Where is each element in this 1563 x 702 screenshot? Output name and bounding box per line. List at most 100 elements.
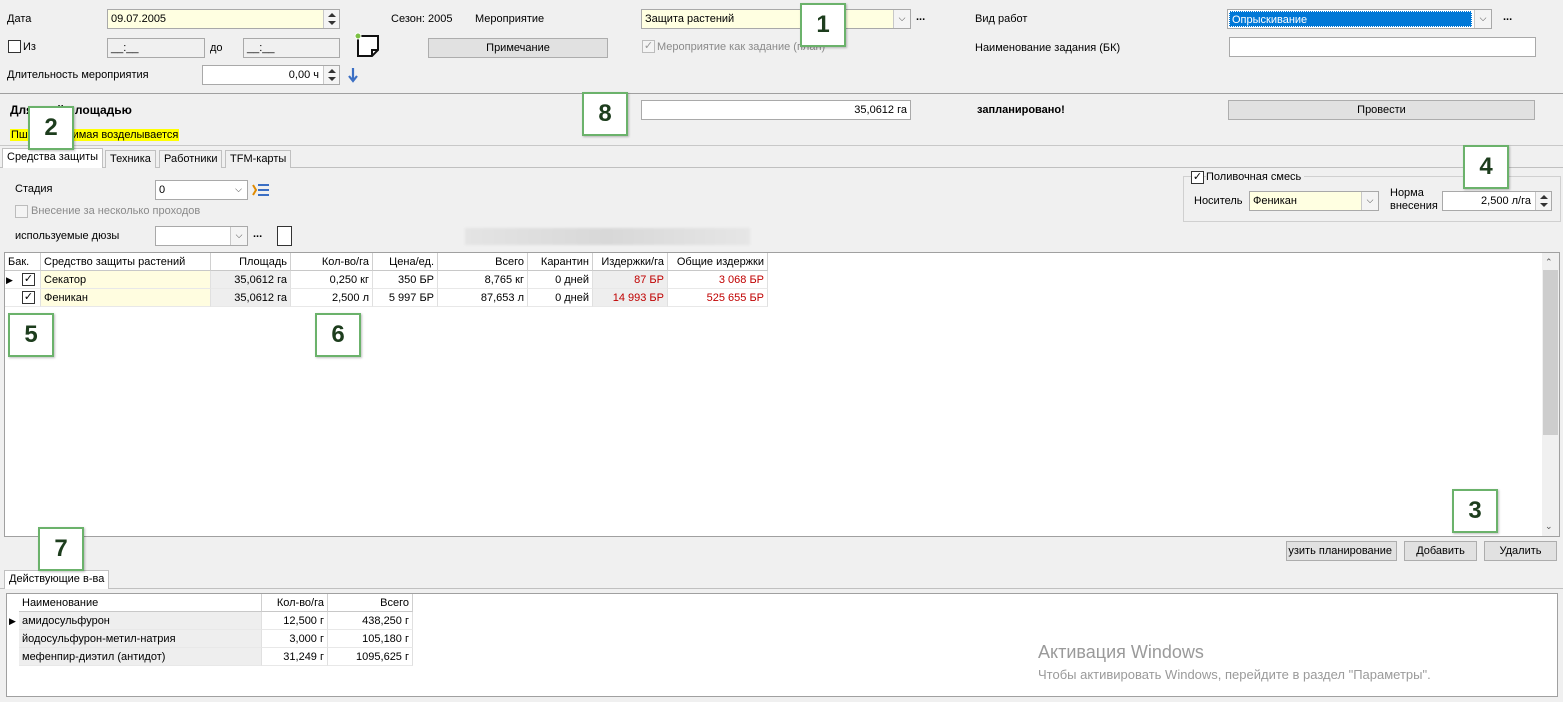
rate-field[interactable]: 2,500 л/га bbox=[1442, 191, 1552, 211]
table-cell[interactable]: 8,765 кг bbox=[438, 271, 528, 289]
to-time-value: __:__ bbox=[247, 42, 275, 54]
chevron-down-icon[interactable]: ⌵ bbox=[893, 10, 910, 28]
column-header[interactable]: Всего bbox=[438, 253, 528, 271]
table-cell[interactable]: 0,250 кг bbox=[291, 271, 373, 289]
from-time-field[interactable]: __:__ bbox=[107, 38, 205, 58]
table-cell[interactable]: 5 997 БР bbox=[373, 289, 438, 307]
callout-badge: 7 bbox=[38, 527, 84, 571]
date-spinner[interactable] bbox=[323, 10, 339, 28]
arrow-down-icon[interactable] bbox=[347, 67, 359, 83]
from-time-value: __:__ bbox=[111, 42, 139, 54]
column-header[interactable]: Площадь bbox=[211, 253, 291, 271]
work-type-more-button[interactable]: ... bbox=[1503, 11, 1512, 23]
work-type-value: Опрыскивание bbox=[1229, 11, 1472, 27]
task-name-field[interactable] bbox=[1229, 37, 1536, 57]
carrier-select[interactable]: Феникан ⌵ bbox=[1249, 191, 1379, 211]
nozzle-icon[interactable] bbox=[277, 226, 292, 246]
table-cell[interactable]: 3,000 г bbox=[262, 630, 328, 648]
tank-checkbox-cell[interactable]: ▶ ✓ bbox=[5, 271, 41, 289]
table-scrollbar[interactable]: ⌃ ⌄ bbox=[1542, 253, 1559, 536]
status-text: запланировано! bbox=[977, 104, 1065, 116]
table-cell[interactable]: Феникан bbox=[41, 289, 211, 307]
scrollbar-thumb[interactable] bbox=[1543, 270, 1558, 435]
chevron-down-icon[interactable]: ⌵ bbox=[230, 227, 247, 245]
chevron-down-icon[interactable]: ⌵ bbox=[1474, 10, 1491, 28]
event-as-task-checkbox[interactable]: ✓ bbox=[642, 40, 655, 53]
mix-checkbox[interactable]: ✓ bbox=[1191, 171, 1204, 184]
tab-tfm-cards[interactable]: TFM-карты bbox=[225, 150, 292, 168]
column-header[interactable]: Кол-во/га bbox=[291, 253, 373, 271]
column-header[interactable]: Кол-во/га bbox=[262, 594, 328, 612]
table-cell[interactable]: 35,0612 га bbox=[211, 271, 291, 289]
work-type-select[interactable]: Опрыскивание ⌵ bbox=[1227, 9, 1492, 29]
table-cell[interactable]: 31,249 г bbox=[262, 648, 328, 666]
table-cell[interactable]: 350 БР bbox=[373, 271, 438, 289]
table-cell[interactable]: 525 655 БР bbox=[668, 289, 768, 307]
planning-button[interactable]: узить планирование bbox=[1286, 541, 1397, 561]
multi-pass-checkbox[interactable] bbox=[15, 205, 28, 218]
tab-workers[interactable]: Работники bbox=[159, 150, 223, 168]
duration-label: Длительность мероприятия bbox=[7, 69, 149, 81]
stage-select[interactable]: 0 ⌵ bbox=[155, 180, 248, 200]
table-cell[interactable]: 105,180 г bbox=[328, 630, 413, 648]
protection-table[interactable]: Бак. ▶ ✓ ✓ Средство защиты растений Секатор Фе… bbox=[4, 252, 1560, 537]
column-header[interactable]: Наименование bbox=[19, 594, 262, 612]
nozzles-label: используемые дюзы bbox=[15, 230, 120, 242]
tab-machinery[interactable]: Техника bbox=[105, 150, 156, 168]
column-header[interactable]: Карантин bbox=[528, 253, 593, 271]
table-cell[interactable]: мефенпир-диэтил (антидот) bbox=[19, 648, 262, 666]
tank-checkbox-cell[interactable]: ✓ bbox=[5, 289, 41, 307]
table-cell[interactable]: 0 дней bbox=[528, 271, 593, 289]
table-cell[interactable]: 87 БР bbox=[593, 271, 668, 289]
column-header[interactable]: Всего bbox=[328, 594, 413, 612]
table-cell[interactable]: Секатор bbox=[41, 271, 211, 289]
note-button[interactable]: Примечание bbox=[428, 38, 608, 58]
tab-protection[interactable]: Средства защиты bbox=[2, 148, 104, 168]
tank-checkbox[interactable]: ✓ bbox=[22, 291, 35, 304]
table-cell[interactable]: йодосульфурон-метил-натрия bbox=[19, 630, 262, 648]
execute-button[interactable]: Провести bbox=[1228, 100, 1535, 120]
table-cell[interactable]: 14 993 БР bbox=[593, 289, 668, 307]
date-field[interactable]: 09.07.2005 bbox=[107, 9, 340, 29]
list-settings-icon[interactable] bbox=[252, 182, 270, 198]
table-cell[interactable]: 12,500 г bbox=[262, 612, 328, 630]
mix-label: Поливочная смесь bbox=[1206, 171, 1305, 183]
nozzles-select[interactable]: ⌵ bbox=[155, 226, 248, 246]
callout-badge: 6 bbox=[315, 313, 361, 357]
event-select[interactable]: Защита растений ⌵ bbox=[641, 9, 911, 29]
column-header[interactable]: Бак. bbox=[5, 253, 41, 271]
table-cell[interactable]: 35,0612 га bbox=[211, 289, 291, 307]
duration-field[interactable]: 0,00 ч bbox=[202, 65, 340, 85]
chevron-down-icon[interactable]: ⌄ bbox=[1545, 521, 1553, 532]
duration-value: 0,00 ч bbox=[288, 69, 319, 81]
column-header[interactable]: Общие издержки bbox=[668, 253, 768, 271]
column-header[interactable]: Цена/ед. bbox=[373, 253, 438, 271]
delete-button[interactable]: Удалить bbox=[1484, 541, 1557, 561]
table-cell[interactable]: 1095,625 г bbox=[328, 648, 413, 666]
column-header[interactable]: Издержки/га bbox=[593, 253, 668, 271]
table-cell[interactable]: 3 068 БР bbox=[668, 271, 768, 289]
to-label: до bbox=[210, 42, 223, 54]
area-field[interactable]: 35,0612 га bbox=[641, 100, 911, 120]
date-label: Дата bbox=[7, 13, 32, 25]
add-button[interactable]: Добавить bbox=[1404, 541, 1477, 561]
to-time-field[interactable]: __:__ bbox=[243, 38, 340, 58]
event-more-button[interactable]: ... bbox=[916, 11, 925, 23]
chevron-down-icon[interactable]: ⌵ bbox=[1361, 192, 1378, 210]
nozzles-more-button[interactable]: ... bbox=[253, 228, 262, 240]
row-pointer-icon: ▶ bbox=[9, 616, 16, 626]
table-cell[interactable]: 87,653 л bbox=[438, 289, 528, 307]
table-cell[interactable]: 0 дней bbox=[528, 289, 593, 307]
table-cell[interactable]: 2,500 л bbox=[291, 289, 373, 307]
note-icon[interactable] bbox=[354, 32, 382, 60]
table-cell[interactable]: 438,250 г bbox=[328, 612, 413, 630]
duration-spinner[interactable] bbox=[323, 66, 339, 84]
from-checkbox[interactable] bbox=[8, 40, 21, 53]
chevron-down-icon[interactable]: ⌵ bbox=[230, 181, 247, 199]
rate-spinner[interactable] bbox=[1535, 192, 1551, 210]
table-cell[interactable]: амидосульфурон bbox=[19, 612, 262, 630]
column-header[interactable]: Средство защиты растений bbox=[41, 253, 211, 271]
tank-checkbox[interactable]: ✓ bbox=[22, 273, 35, 286]
chevron-up-icon[interactable]: ⌃ bbox=[1545, 257, 1553, 268]
tab-active-substances[interactable]: Действующие в-ва bbox=[4, 570, 110, 589]
